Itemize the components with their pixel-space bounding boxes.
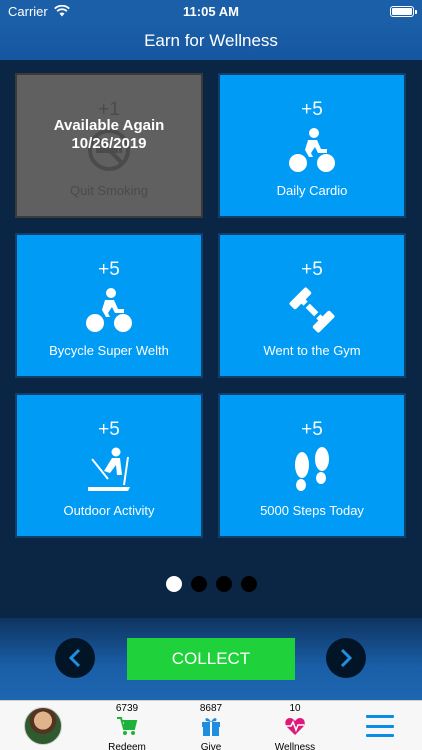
cycling-icon <box>86 288 132 332</box>
page-dot-4[interactable] <box>240 576 257 592</box>
carrier-label: Carrier <box>8 3 48 19</box>
tab-wellness[interactable]: 10 Wellness <box>265 701 325 750</box>
page-dot-3[interactable] <box>215 576 232 592</box>
card-label: Outdoor Activity <box>63 503 155 518</box>
card-points: +5 <box>98 259 120 280</box>
battery-icon <box>390 5 417 17</box>
tab-redeem[interactable]: 6739 Redeem <box>97 701 157 750</box>
card-label: Bycycle Super Welth <box>49 343 169 358</box>
collect-button[interactable]: COLLECT <box>127 638 295 680</box>
page-indicator <box>0 576 422 592</box>
page-title: Earn for Wellness <box>0 22 422 60</box>
card-label: Quit Smoking <box>69 183 149 198</box>
gift-icon <box>202 718 220 736</box>
skiing-icon <box>88 447 130 491</box>
card-label: Went to the Gym <box>263 343 361 358</box>
page-dot-2[interactable] <box>190 576 207 592</box>
availability-date: 10/26/2019 <box>71 135 147 152</box>
availability-text: Available Again <box>53 117 165 134</box>
availability-notice: Available Again 10/26/2019 <box>17 117 201 153</box>
give-count: 8687 <box>199 703 223 714</box>
card-label: 5000 Steps Today <box>260 503 364 518</box>
wellness-count: 10 <box>289 703 301 714</box>
redeem-label: Redeem <box>108 742 146 750</box>
cart-icon <box>117 717 138 735</box>
give-label: Give <box>200 742 222 750</box>
card-points: +5 <box>301 99 323 120</box>
activity-card-gym[interactable]: +5 Went to the Gym <box>218 233 406 378</box>
card-points: +5 <box>301 419 323 440</box>
cycling-icon <box>289 128 335 172</box>
activity-card-quit-smoking[interactable]: +1 Quit Smoking Available Again 10/26/20… <box>15 73 203 218</box>
activity-card-steps[interactable]: +5 5000 Steps Today <box>218 393 406 538</box>
heartbeat-icon <box>285 718 305 735</box>
activity-card-outdoor[interactable]: +5 Outdoor Activity <box>15 393 203 538</box>
activity-card-bicycle[interactable]: +5 Bycycle Super Welth <box>15 233 203 378</box>
redeem-count: 6739 <box>115 703 139 714</box>
footprints-icon <box>295 447 329 491</box>
previous-page-button[interactable] <box>55 638 95 678</box>
activity-grid: +1 Quit Smoking Available Again 10/26/20… <box>0 60 422 618</box>
card-label: Daily Cardio <box>276 183 348 198</box>
card-points: +5 <box>98 419 120 440</box>
next-page-button[interactable] <box>326 638 366 678</box>
wifi-icon <box>53 5 70 17</box>
tab-bar: 6739 Redeem 8687 Give 10 Wellness <box>0 700 422 750</box>
chevron-left-icon <box>68 648 81 668</box>
dumbbell-icon <box>289 287 335 333</box>
page-dot-1[interactable] <box>165 576 182 592</box>
avatar[interactable] <box>24 707 62 745</box>
card-points: +5 <box>301 259 323 280</box>
wellness-label: Wellness <box>274 742 316 750</box>
action-bar: COLLECT <box>0 618 422 700</box>
menu-icon[interactable] <box>366 715 394 737</box>
tab-give[interactable]: 8687 Give <box>181 701 241 750</box>
activity-card-daily-cardio[interactable]: +5 Daily Cardio <box>218 73 406 218</box>
status-bar: Carrier 11:05 AM <box>0 0 422 22</box>
chevron-right-icon <box>340 648 353 668</box>
